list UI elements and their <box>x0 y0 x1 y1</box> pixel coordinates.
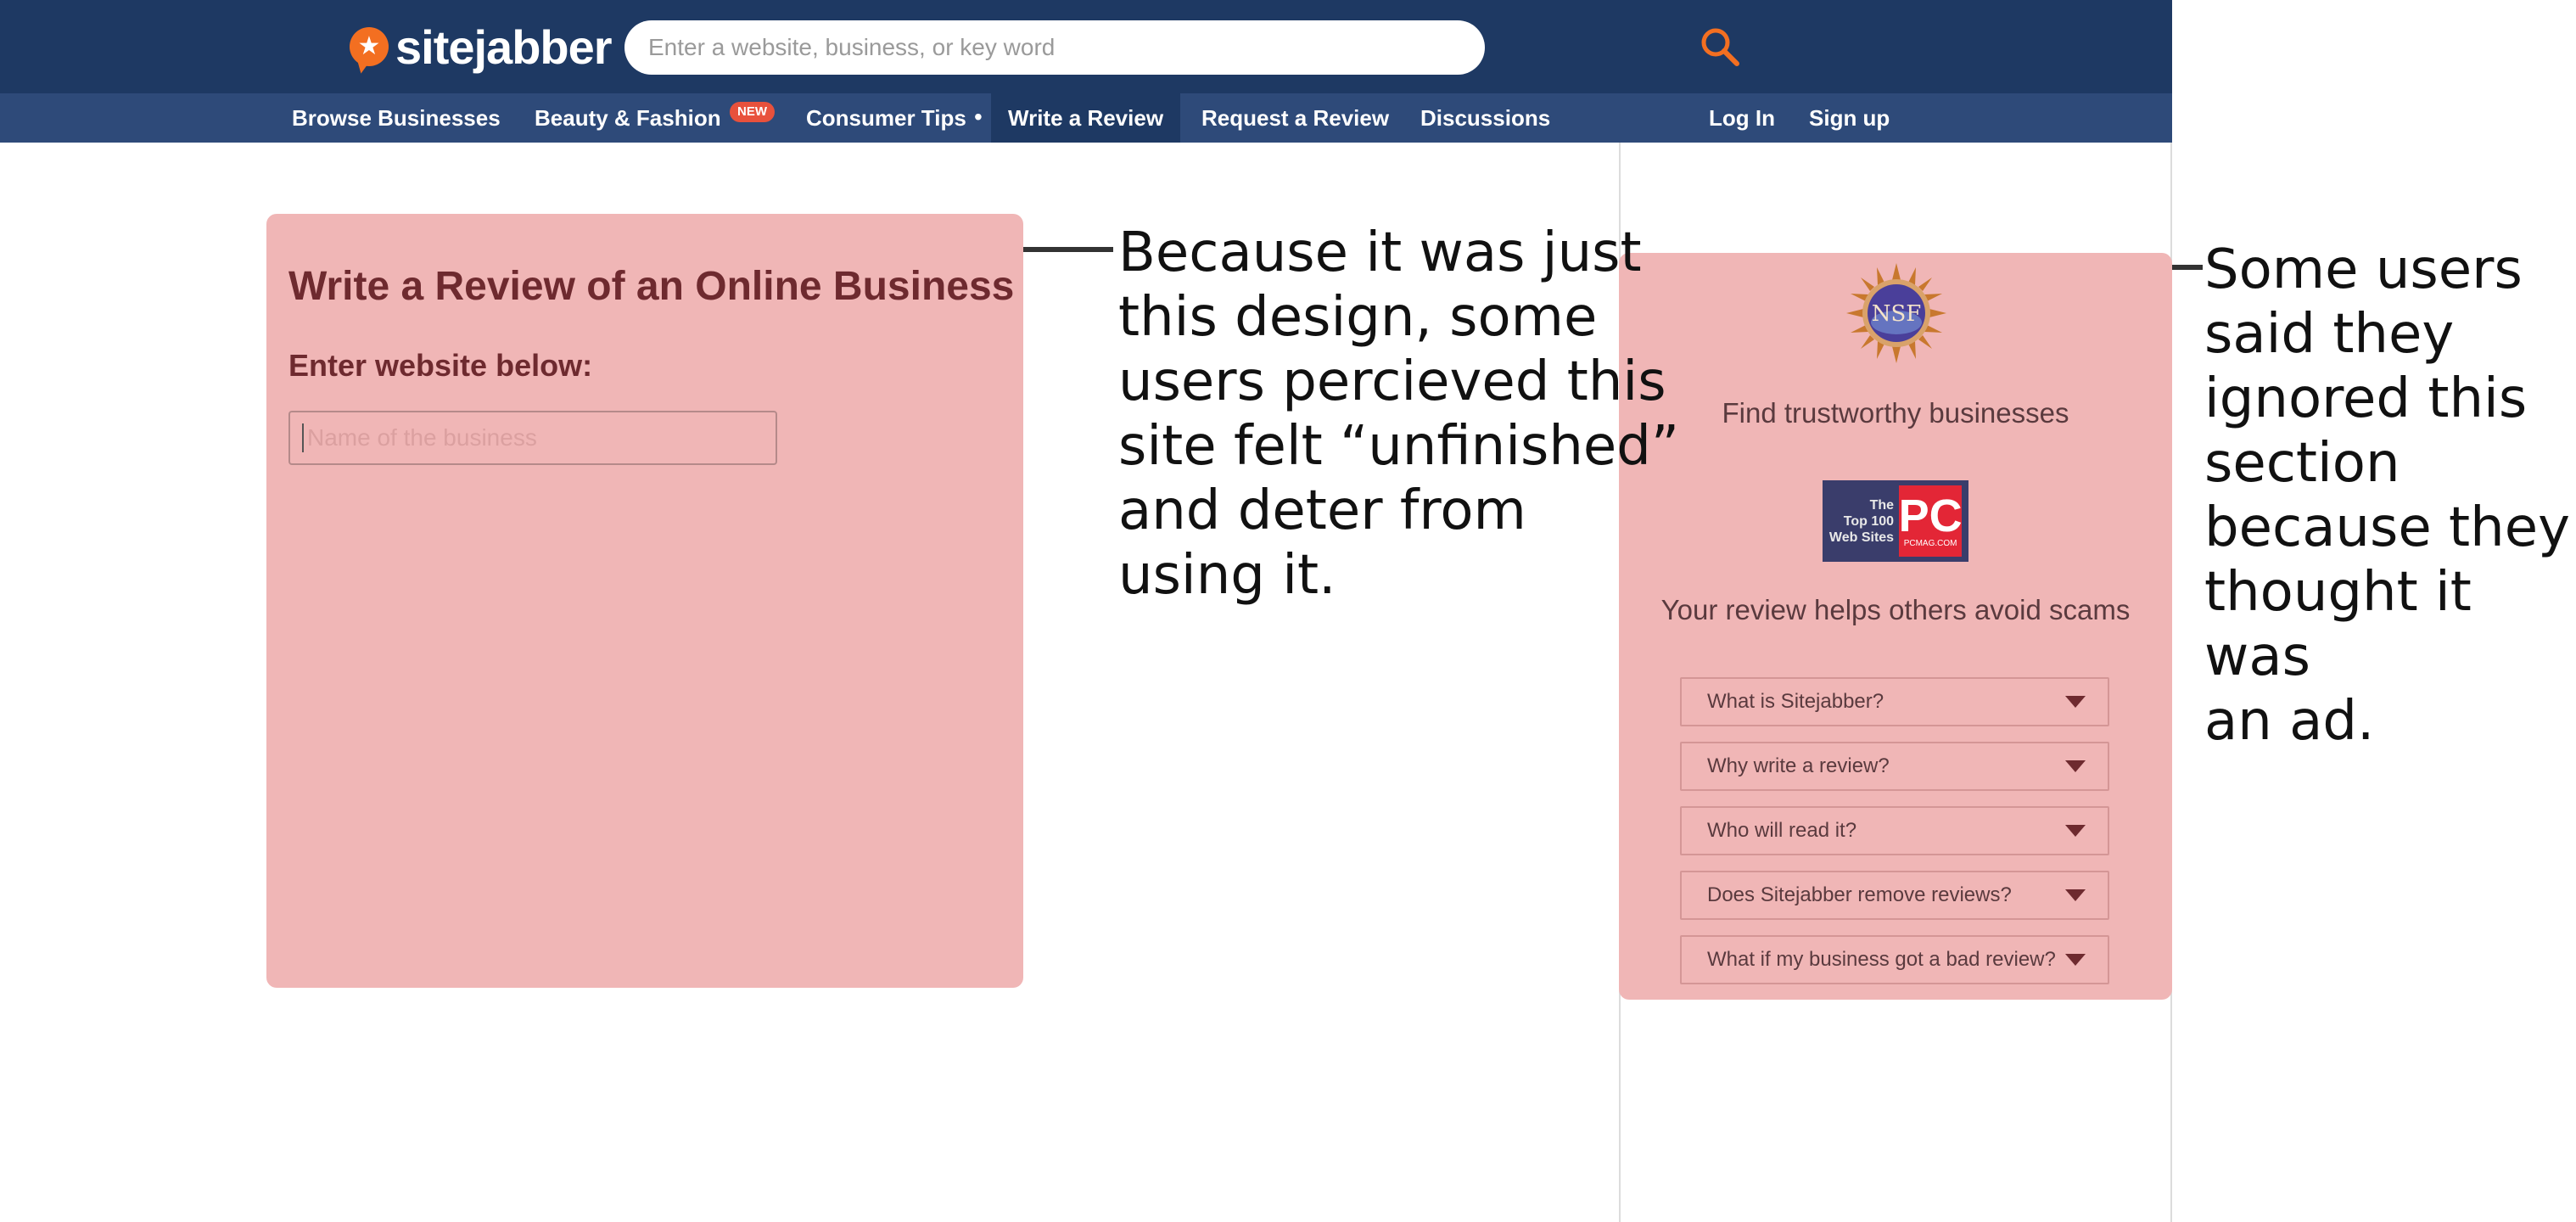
caret-down-icon <box>2065 954 2086 966</box>
annotation-connector-left <box>1023 247 1113 252</box>
nsf-seal-text: NSF <box>1872 301 1922 327</box>
pc-award-text: The Top 100 Web Sites <box>1828 497 1895 545</box>
faq-question: Why write a review? <box>1707 754 1890 777</box>
website-field-label: Enter website below: <box>288 348 593 383</box>
faq-question: What if my business got a bad review? <box>1707 948 2056 971</box>
page-title: Write a Review of an Online Business <box>288 264 1015 309</box>
faq-item[interactable]: Who will read it? <box>1680 806 2109 855</box>
trust-heading: Find trustworthy businesses <box>1722 397 2069 429</box>
text-caret <box>302 423 304 452</box>
faq-item[interactable]: Why write a review? <box>1680 742 2109 791</box>
new-badge: NEW <box>730 102 775 122</box>
logo-text: sitejabber <box>395 20 613 74</box>
review-form-panel: Write a Review of an Online Business Ent… <box>266 214 1023 988</box>
nav-discussions[interactable]: Discussions <box>1420 93 1550 143</box>
nav-write-review[interactable]: Write a Review <box>991 93 1181 143</box>
annotation-connector-right <box>2172 265 2203 270</box>
signup-link[interactable]: Sign up <box>1809 93 1890 143</box>
annotation-right: Some users said they ignored this sectio… <box>2204 238 2570 753</box>
login-link[interactable]: Log In <box>1709 93 1775 143</box>
scams-heading: Your review helps others avoid scams <box>1660 594 2131 625</box>
nav-browse-businesses[interactable]: Browse Businesses <box>292 93 501 143</box>
caret-down-icon <box>2065 696 2086 708</box>
pc-letters: PC PCMAG.COM <box>1899 485 1963 557</box>
faq-question: Does Sitejabber remove reviews? <box>1707 883 2012 906</box>
faq-question: What is Sitejabber? <box>1707 690 1884 713</box>
faq-item[interactable]: What is Sitejabber? <box>1680 677 2109 726</box>
caret-down-icon <box>2065 760 2086 772</box>
info-sidebar-panel: NSF Find trustworthy businesses The Top … <box>1619 253 2172 1000</box>
annotation-left: Because it was just this design, some us… <box>1118 221 1680 607</box>
logo-star-icon: ★ <box>350 27 389 66</box>
caret-down-icon <box>2065 889 2086 901</box>
sitejabber-logo[interactable]: ★ sitejabber <box>350 19 613 75</box>
faq-item[interactable]: What if my business got a bad review? <box>1680 935 2109 984</box>
nav-request-review[interactable]: Request a Review <box>1201 93 1389 143</box>
faq-question: Who will read it? <box>1707 819 1857 842</box>
nsf-seal-icon: NSF <box>1846 263 1946 363</box>
pcmag-top100-logo: The Top 100 Web Sites PC PCMAG.COM <box>1823 480 1968 562</box>
nav-beauty-fashion[interactable]: Beauty & Fashion <box>535 93 721 143</box>
business-name-input[interactable] <box>288 411 777 465</box>
site-header: ★ sitejabber <box>0 0 2172 93</box>
nav-consumer-tips[interactable]: Consumer Tips <box>806 93 966 143</box>
main-nav: Browse Businesses Beauty & Fashion NEW C… <box>0 93 2172 143</box>
faq-item[interactable]: Does Sitejabber remove reviews? <box>1680 871 2109 920</box>
search-input[interactable] <box>624 20 1485 75</box>
search-icon[interactable] <box>1699 25 1741 68</box>
nav-separator: • <box>974 104 983 130</box>
caret-down-icon <box>2065 825 2086 837</box>
